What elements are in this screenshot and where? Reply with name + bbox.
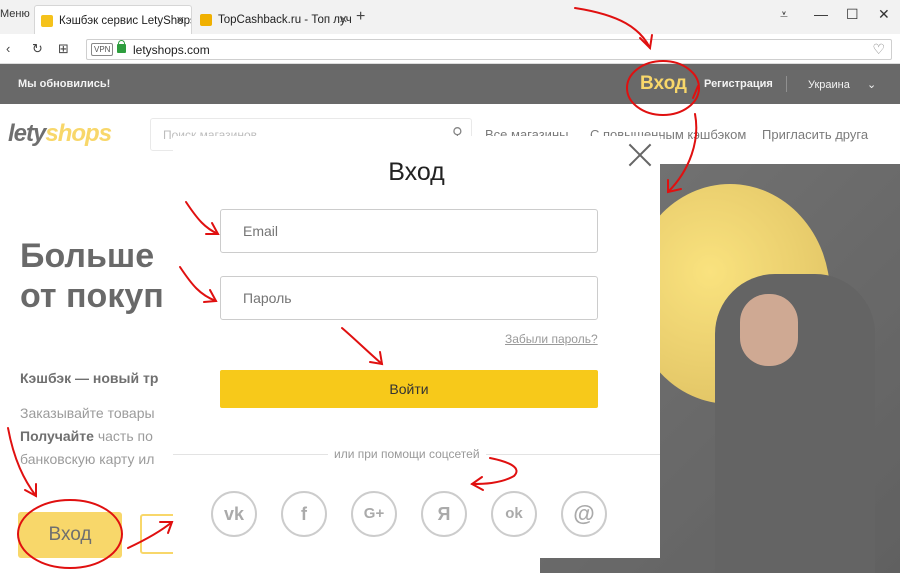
- tab-title: Кэшбэк сервис LetyShops: [59, 15, 192, 27]
- reload-icon[interactable]: ↻: [32, 41, 43, 57]
- speed-dial-icon[interactable]: ⊞: [58, 41, 69, 57]
- minimize-button[interactable]: —: [814, 6, 828, 22]
- url-text[interactable]: letyshops.com: [133, 43, 210, 57]
- bookmark-heart-icon[interactable]: ♡: [872, 41, 885, 58]
- address-bar-row: ‹ ↻ ⊞ VPN letyshops.com ♡: [0, 34, 900, 64]
- mail-icon[interactable]: @: [561, 491, 607, 537]
- tab-title: TopCashback.ru - Топ луч: [218, 14, 352, 26]
- login-submit-button[interactable]: Войти: [220, 370, 598, 408]
- odnoklassniki-icon[interactable]: ok: [491, 491, 537, 537]
- topcashback-favicon-icon: [200, 14, 212, 26]
- vk-icon[interactable]: vk: [211, 491, 257, 537]
- maximize-button[interactable]: ☐: [846, 6, 859, 23]
- letyshops-favicon-icon: [41, 15, 53, 27]
- facebook-icon[interactable]: f: [281, 491, 327, 537]
- modal-title: Вход: [388, 158, 445, 186]
- url-field[interactable]: VPN letyshops.com ♡: [86, 39, 892, 60]
- login-modal: Вход Забыли пароль? Войти или при помощи…: [173, 136, 660, 558]
- browser-menu-button[interactable]: Меню: [0, 8, 30, 20]
- back-icon[interactable]: ‹: [6, 41, 10, 56]
- tab-list-icon[interactable]: ⩡: [780, 6, 788, 23]
- close-window-button[interactable]: ✕: [878, 6, 890, 23]
- tab-close-icon[interactable]: ✕: [339, 13, 348, 26]
- vpn-badge[interactable]: VPN: [91, 43, 114, 56]
- tab-letyshops[interactable]: Кэшбэк сервис LetyShops ✕: [34, 5, 192, 34]
- browser-tab-bar: Меню Кэшбэк сервис LetyShops ✕ TopCashba…: [0, 0, 900, 34]
- tab-topcashback[interactable]: TopCashback.ru - Топ луч ✕: [194, 5, 354, 34]
- lock-icon: [117, 40, 126, 53]
- social-login-label: или при помощи соцсетей: [328, 447, 486, 461]
- forgot-password-link[interactable]: Забыли пароль?: [505, 332, 598, 346]
- yandex-icon[interactable]: Я: [421, 491, 467, 537]
- new-tab-button[interactable]: +: [356, 8, 365, 26]
- email-field[interactable]: [220, 209, 598, 253]
- password-field[interactable]: [220, 276, 598, 320]
- google-plus-icon[interactable]: G+: [351, 491, 397, 537]
- tab-close-icon[interactable]: ✕: [176, 14, 185, 27]
